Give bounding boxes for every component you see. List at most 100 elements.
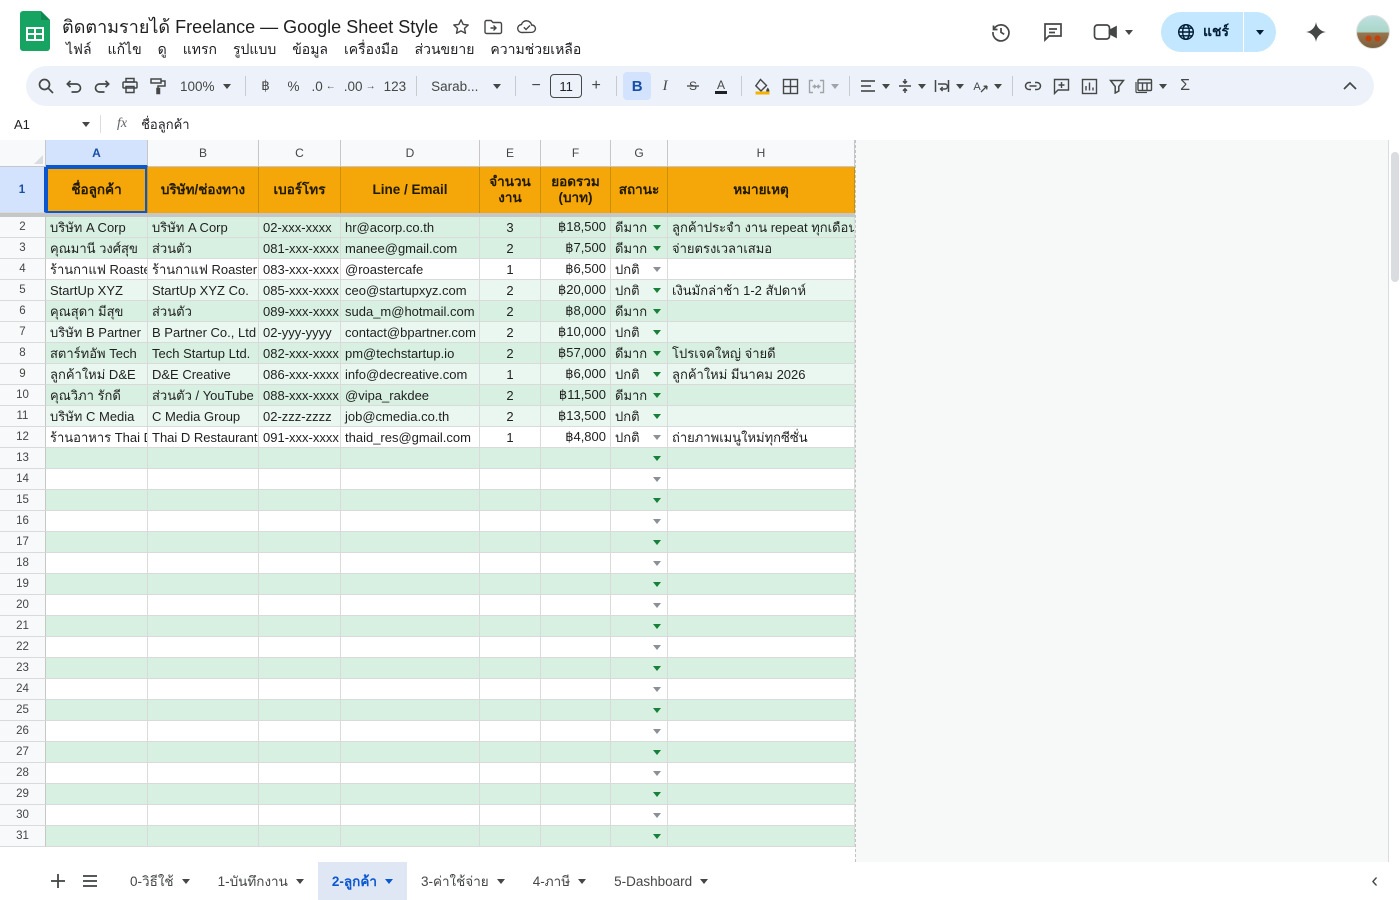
cell-E25[interactable]	[480, 700, 541, 721]
row-header-31[interactable]: 31	[0, 826, 46, 847]
status-dropdown-icon[interactable]	[653, 666, 661, 671]
status-dropdown-icon[interactable]	[653, 540, 661, 545]
row-header-30[interactable]: 30	[0, 805, 46, 826]
status-dropdown-icon[interactable]	[653, 519, 661, 524]
cell-H4[interactable]	[668, 259, 855, 280]
cell-F25[interactable]	[541, 700, 611, 721]
cell-B13[interactable]	[148, 448, 259, 469]
cell-D4[interactable]: @roastercafe	[341, 259, 480, 280]
cell-C16[interactable]	[259, 511, 341, 532]
comment-history-icon[interactable]	[1041, 20, 1065, 44]
cell-C13[interactable]	[259, 448, 341, 469]
cell-E21[interactable]	[480, 616, 541, 637]
cell-E1[interactable]: จำนวนงาน	[480, 167, 541, 213]
cell-E30[interactable]	[480, 805, 541, 826]
cell-H30[interactable]	[668, 805, 855, 826]
cell-D16[interactable]	[341, 511, 480, 532]
vertical-scrollbar[interactable]	[1388, 140, 1400, 862]
cell-C1[interactable]: เบอร์โทร	[259, 167, 341, 213]
paint-format-button[interactable]	[144, 72, 172, 100]
cell-A13[interactable]	[46, 448, 148, 469]
status-dropdown-icon[interactable]	[653, 498, 661, 503]
status-dropdown-icon[interactable]	[653, 792, 661, 797]
cell-A3[interactable]: คุณมานี วงศ์สุข	[46, 238, 148, 259]
sheet-tab-menu-icon[interactable]	[182, 879, 190, 884]
cell-C24[interactable]	[259, 679, 341, 700]
italic-button[interactable]: I	[651, 72, 679, 100]
row-header-25[interactable]: 25	[0, 700, 46, 721]
row-header-8[interactable]: 8	[0, 343, 46, 364]
cell-F4[interactable]: ฿6,500	[541, 259, 611, 280]
print-button[interactable]	[116, 72, 144, 100]
cell-C2[interactable]: 02-xxx-xxxx	[259, 217, 341, 238]
cell-B1[interactable]: บริษัท/ช่องทาง	[148, 167, 259, 213]
cell-C6[interactable]: 089-xxx-xxxx	[259, 301, 341, 322]
status-dropdown-icon[interactable]	[653, 330, 661, 335]
cell-F27[interactable]	[541, 742, 611, 763]
cell-B17[interactable]	[148, 532, 259, 553]
row-header-18[interactable]: 18	[0, 553, 46, 574]
cell-E17[interactable]	[480, 532, 541, 553]
menu-item-8[interactable]: ความช่วยเหลือ	[482, 36, 589, 64]
cell-F30[interactable]	[541, 805, 611, 826]
cell-A28[interactable]	[46, 763, 148, 784]
cell-D18[interactable]	[341, 553, 480, 574]
cell-C21[interactable]	[259, 616, 341, 637]
cell-A2[interactable]: บริษัท A Corp	[46, 217, 148, 238]
cell-F11[interactable]: ฿13,500	[541, 406, 611, 427]
cell-H1[interactable]: หมายเหตุ	[668, 167, 855, 213]
text-color-button[interactable]: A	[707, 72, 735, 100]
menu-item-6[interactable]: เครื่องมือ	[336, 36, 407, 64]
status-dropdown-icon[interactable]	[653, 687, 661, 692]
text-rotation-button[interactable]: A	[968, 72, 1006, 100]
increase-font-size-button[interactable]: +	[582, 72, 610, 100]
cell-B3[interactable]: ส่วนตัว	[148, 238, 259, 259]
cell-C19[interactable]	[259, 574, 341, 595]
cell-H23[interactable]	[668, 658, 855, 679]
status-dropdown-icon[interactable]	[653, 603, 661, 608]
cell-F15[interactable]	[541, 490, 611, 511]
row-header-7[interactable]: 7	[0, 322, 46, 343]
cell-E23[interactable]	[480, 658, 541, 679]
status-dropdown-icon[interactable]	[653, 456, 661, 461]
cell-E15[interactable]	[480, 490, 541, 511]
cell-A1[interactable]: ชื่อลูกค้า	[46, 167, 148, 213]
cell-G5[interactable]: ปกติ	[611, 280, 668, 301]
cell-D20[interactable]	[341, 595, 480, 616]
move-to-folder-icon[interactable]	[484, 19, 503, 35]
cell-F5[interactable]: ฿20,000	[541, 280, 611, 301]
cell-D19[interactable]	[341, 574, 480, 595]
cell-F17[interactable]	[541, 532, 611, 553]
cell-G15[interactable]	[611, 490, 668, 511]
cell-H16[interactable]	[668, 511, 855, 532]
cell-G20[interactable]	[611, 595, 668, 616]
cell-B7[interactable]: B Partner Co., Ltd	[148, 322, 259, 343]
row-header-17[interactable]: 17	[0, 532, 46, 553]
column-header-B[interactable]: B	[148, 140, 259, 167]
cell-B27[interactable]	[148, 742, 259, 763]
cell-C27[interactable]	[259, 742, 341, 763]
cell-G27[interactable]	[611, 742, 668, 763]
cell-C29[interactable]	[259, 784, 341, 805]
cell-H28[interactable]	[668, 763, 855, 784]
bold-button[interactable]: B	[623, 72, 651, 100]
status-dropdown-icon[interactable]	[653, 729, 661, 734]
star-icon[interactable]	[452, 18, 470, 36]
cell-E2[interactable]: 3	[480, 217, 541, 238]
merge-cells-button[interactable]	[804, 72, 843, 100]
cell-H3[interactable]: จ่ายตรงเวลาเสมอ	[668, 238, 855, 259]
status-dropdown-icon[interactable]	[653, 267, 661, 272]
cell-H20[interactable]	[668, 595, 855, 616]
cell-G4[interactable]: ปกติ	[611, 259, 668, 280]
cell-H2[interactable]: ลูกค้าประจำ งาน repeat ทุกเดือน	[668, 217, 855, 238]
cell-G14[interactable]	[611, 469, 668, 490]
cell-D30[interactable]	[341, 805, 480, 826]
cell-C18[interactable]	[259, 553, 341, 574]
cell-D27[interactable]	[341, 742, 480, 763]
row-header-5[interactable]: 5	[0, 280, 46, 301]
cell-D2[interactable]: hr@acorp.co.th	[341, 217, 480, 238]
sheet-tab-4[interactable]: 4-ภาษี	[519, 862, 600, 900]
cell-F18[interactable]	[541, 553, 611, 574]
functions-button[interactable]: Σ	[1171, 72, 1199, 100]
row-header-16[interactable]: 16	[0, 511, 46, 532]
